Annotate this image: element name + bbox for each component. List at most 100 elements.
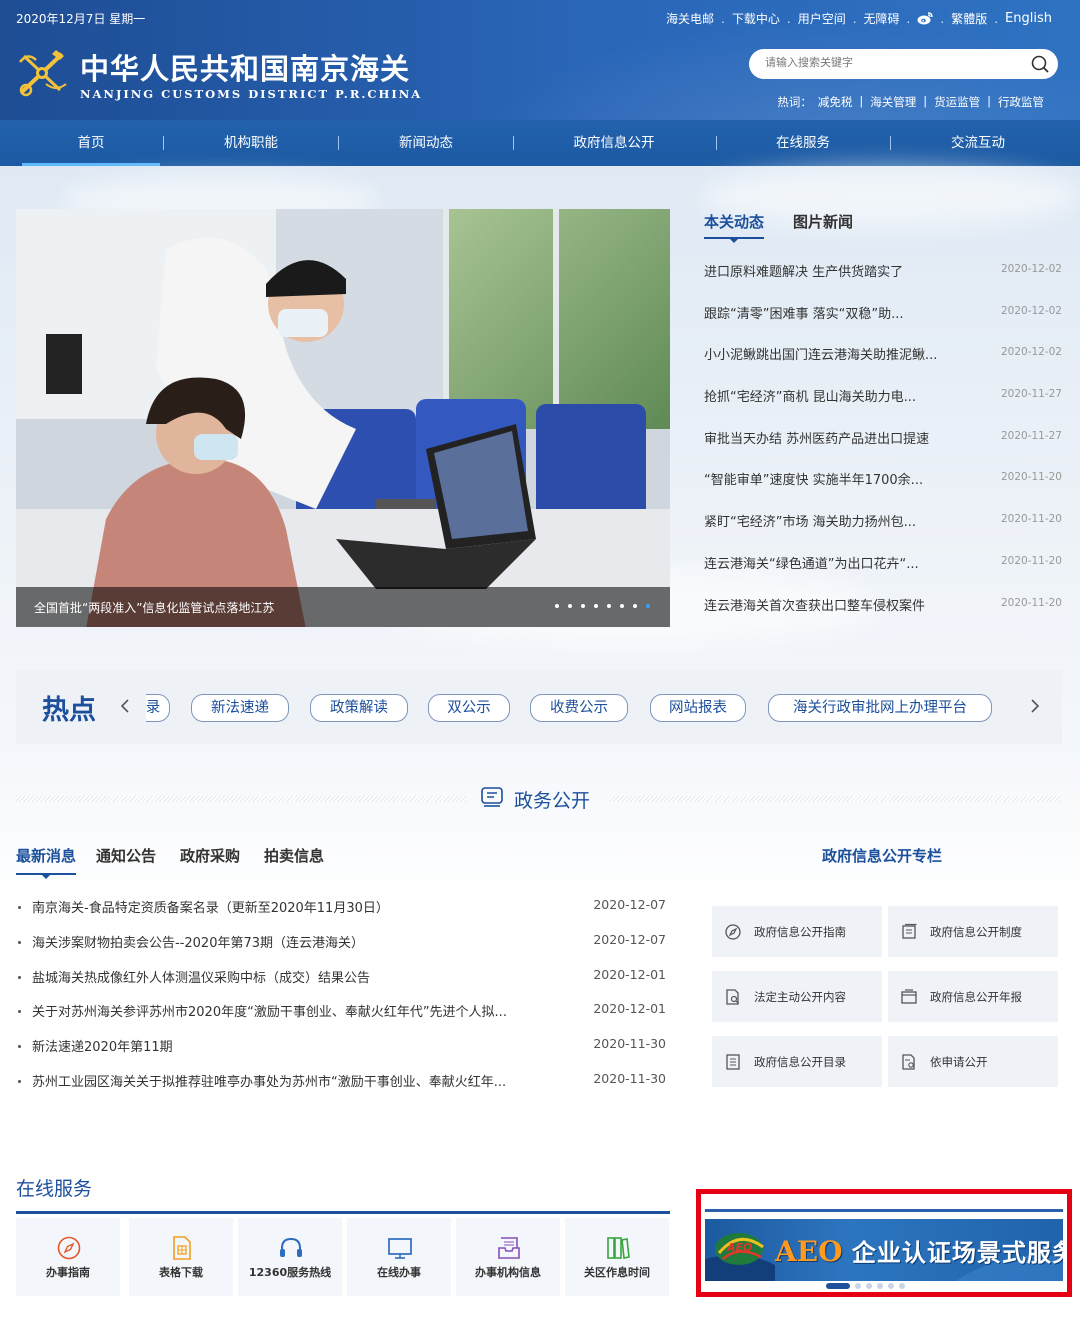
link-download-center[interactable]: 下载中心 xyxy=(732,10,780,27)
carousel-caption[interactable]: 全国首批“两段准入”信息化监管试点落地江苏 xyxy=(34,599,274,616)
tab-auction[interactable]: 拍卖信息 xyxy=(264,845,324,866)
weibo-icon[interactable] xyxy=(917,12,934,25)
news-item[interactable]: 连云港海关首次查获出口整车侵权案件 2020-11-20 xyxy=(704,591,1062,633)
tab-photo-news[interactable]: 图片新闻 xyxy=(793,211,853,232)
hotline-button[interactable]: 12360服务热线 xyxy=(238,1218,342,1296)
aeo-banner-dot[interactable] xyxy=(888,1283,894,1289)
link-english[interactable]: English xyxy=(1005,11,1052,26)
carousel-dot[interactable] xyxy=(581,604,585,608)
news-carousel[interactable]: 全国首批“两段准入”信息化监管试点落地江苏 xyxy=(16,209,670,627)
nav-item-gov-info[interactable]: 政府信息公开 xyxy=(548,120,680,166)
gov-info-catalog-card[interactable]: 政府信息公开目录 xyxy=(712,1036,882,1087)
news-item-title[interactable]: “智能审单”速度快 实施半年1700余... xyxy=(704,469,923,488)
gov-news-title[interactable]: 海关涉案财物拍卖会公告--2020年第73期（连云港海关） xyxy=(32,932,364,951)
nav-item-interaction[interactable]: 交流互动 xyxy=(923,120,1033,166)
office-hours-button[interactable]: 关区作息时间 xyxy=(565,1218,669,1296)
chevron-right-icon[interactable] xyxy=(1028,696,1042,716)
aeo-banner-dot[interactable] xyxy=(899,1283,905,1289)
news-item[interactable]: 审批当天办结 苏州医药产品进出口提速 2020-11-27 xyxy=(704,424,1062,466)
news-item[interactable]: “智能审单”速度快 实施半年1700余... 2020-11-20 xyxy=(704,465,1062,507)
gov-news-title[interactable]: 新法速递2020年第11期 xyxy=(32,1036,173,1055)
gov-news-title[interactable]: 关于对苏州海关参评苏州市2020年度“激励干事创业、奉献火红年代”先进个人拟..… xyxy=(32,1001,507,1020)
news-item-title[interactable]: 进口原料难题解决 生产供货踏实了 xyxy=(704,261,903,280)
tab-procurement[interactable]: 政府采购 xyxy=(180,845,240,866)
nav-item-online-services[interactable]: 在线服务 xyxy=(748,120,858,166)
gov-news-title[interactable]: 南京海关-食品特定资质备案名录（更新至2020年11月30日） xyxy=(32,897,389,916)
carousel-dot[interactable] xyxy=(594,604,598,608)
news-item-title[interactable]: 跟踪“清零”困难事 落实“双稳”助... xyxy=(704,303,903,322)
carousel-dot[interactable] xyxy=(620,604,624,608)
news-item-title[interactable]: 紧盯“宅经济”市场 海关助力扬州包... xyxy=(704,511,916,530)
carousel-dot[interactable] xyxy=(607,604,611,608)
hot-tag[interactable]: 政策解读 xyxy=(310,694,408,722)
news-item[interactable]: 小小泥鳅跳出国门连云港海关助推泥鳅... 2020-12-02 xyxy=(704,340,1062,382)
gov-news-item[interactable]: 关于对苏州海关参评苏州市2020年度“激励干事创业、奉献火红年代”先进个人拟..… xyxy=(16,1001,666,1036)
gov-news-item[interactable]: 南京海关-食品特定资质备案名录（更新至2020年11月30日） 2020-12-0… xyxy=(16,897,666,932)
gov-info-statutory-card[interactable]: 法定主动公开内容 xyxy=(712,971,882,1022)
online-affairs-button[interactable]: 在线办事 xyxy=(347,1218,451,1296)
hot-tag[interactable]: 收费公示 xyxy=(530,694,628,722)
service-guide-button[interactable]: 办事指南 xyxy=(16,1218,120,1296)
nav-item-news[interactable]: 新闻动态 xyxy=(370,120,482,166)
news-item[interactable]: 跟踪“清零”困难事 落实“双稳”助... 2020-12-02 xyxy=(704,299,1062,341)
hot-topics-scroller: 录新法速递 政策解读 双公示 收费公示 网站报表 海关行政审批网上办理平台 xyxy=(146,692,1022,726)
hot-tag[interactable]: 录 xyxy=(146,694,170,722)
hot-tag[interactable]: 双公示 xyxy=(428,694,510,722)
gov-news-item[interactable]: 苏州工业园区海关关于拟推荐驻唯亭办事处为苏州市“激励干事创业、奉献火红年... 2… xyxy=(16,1071,666,1106)
gov-news-item[interactable]: 海关涉案财物拍卖会公告--2020年第73期（连云港海关） 2020-12-07 xyxy=(16,932,666,967)
aeo-banner[interactable]: AEO AEO 企业认证场景式服务 xyxy=(705,1219,1063,1281)
gov-news-item[interactable]: 新法速递2020年第11期 2020-11-30 xyxy=(16,1036,666,1071)
aeo-banner-dot[interactable] xyxy=(826,1283,850,1289)
aeo-banner-dot[interactable] xyxy=(855,1283,861,1289)
carousel-dot[interactable] xyxy=(568,604,572,608)
news-item-title[interactable]: 小小泥鳅跳出国门连云港海关助推泥鳅... xyxy=(704,344,937,363)
aeo-banner-dot[interactable] xyxy=(866,1283,872,1289)
customs-emblem-icon[interactable] xyxy=(16,46,70,100)
carousel-dots[interactable] xyxy=(555,604,650,608)
news-item-title[interactable]: 连云港海关首次查获出口整车侵权案件 xyxy=(704,595,925,614)
gov-info-column-title[interactable]: 政府信息公开专栏 xyxy=(822,845,942,866)
gov-news-item[interactable]: 盐城海关热成像红外人体测温仪采购中标（成交）结果公告 2020-12-01 xyxy=(16,967,666,1002)
gov-news-title[interactable]: 盐城海关热成像红外人体测温仪采购中标（成交）结果公告 xyxy=(32,967,370,986)
nav-item-functions[interactable]: 机构职能 xyxy=(196,120,306,166)
gov-info-guide-card[interactable]: 政府信息公开指南 xyxy=(712,906,882,957)
search-icon[interactable] xyxy=(1030,54,1050,74)
news-item-title[interactable]: 抢抓“宅经济”商机 昆山海关助力电... xyxy=(704,386,916,405)
news-item[interactable]: 紧盯“宅经济”市场 海关助力扬州包... 2020-11-20 xyxy=(704,507,1062,549)
carousel-dot[interactable] xyxy=(633,604,637,608)
hot-word-admin-supervision[interactable]: 行政监管 xyxy=(998,94,1044,110)
aeo-banner-dots[interactable] xyxy=(826,1283,905,1289)
link-user-space[interactable]: 用户空间 xyxy=(798,10,846,27)
chevron-left-icon[interactable] xyxy=(118,696,132,716)
news-item-title[interactable]: 审批当天办结 苏州医药产品进出口提速 xyxy=(704,428,929,447)
link-email[interactable]: 海关电邮 xyxy=(666,10,714,27)
gov-info-request-card[interactable]: 依申请公开 xyxy=(888,1036,1058,1087)
news-item[interactable]: 抢抓“宅经济”商机 昆山海关助力电... 2020-11-27 xyxy=(704,382,1062,424)
gov-news-title[interactable]: 苏州工业园区海关关于拟推荐驻唯亭办事处为苏州市“激励干事创业、奉献火红年... xyxy=(32,1071,506,1090)
news-item[interactable]: 进口原料难题解决 生产供货踏实了 2020-12-02 xyxy=(704,257,1062,299)
hot-tag[interactable]: 网站报表 xyxy=(650,694,746,722)
search-input[interactable] xyxy=(765,56,1015,69)
nav-item-home[interactable]: 首页 xyxy=(22,120,160,166)
news-item-title[interactable]: 连云港海关“绿色通道”为出口花卉“... xyxy=(704,553,919,572)
hot-word-cargo-supervision[interactable]: 货运监管 xyxy=(934,94,980,110)
hot-word-customs-management[interactable]: 海关管理 xyxy=(870,94,916,110)
link-traditional-chinese[interactable]: 繁體版 xyxy=(951,10,987,27)
hot-tag[interactable]: 新法速递 xyxy=(191,694,289,722)
tab-latest-news[interactable]: 最新消息 xyxy=(16,845,77,879)
gov-info-rules-card[interactable]: 政府信息公开制度 xyxy=(888,906,1058,957)
tab-local-news[interactable]: 本关动态 xyxy=(704,211,765,243)
carousel-dot[interactable] xyxy=(555,604,559,608)
news-item[interactable]: 连云港海关“绿色通道”为出口花卉“... 2020-11-20 xyxy=(704,549,1062,591)
link-accessibility[interactable]: 无障碍 xyxy=(864,10,900,27)
hot-word-tax-relief[interactable]: 减免税 xyxy=(818,94,853,110)
online-services-title[interactable]: 在线服务 xyxy=(16,1174,92,1201)
office-info-button[interactable]: 办事机构信息 xyxy=(456,1218,560,1296)
hot-tag[interactable]: 海关行政审批网上办理平台 xyxy=(768,694,992,722)
gov-info-annual-report-card[interactable]: 政府信息公开年报 xyxy=(888,971,1058,1022)
carousel-dot[interactable] xyxy=(646,604,650,608)
site-title[interactable]: 中华人民共和国南京海关 xyxy=(80,46,410,88)
aeo-banner-dot[interactable] xyxy=(877,1283,883,1289)
form-download-button[interactable]: 表格下载 xyxy=(129,1218,233,1296)
tab-notices[interactable]: 通知公告 xyxy=(96,845,156,866)
